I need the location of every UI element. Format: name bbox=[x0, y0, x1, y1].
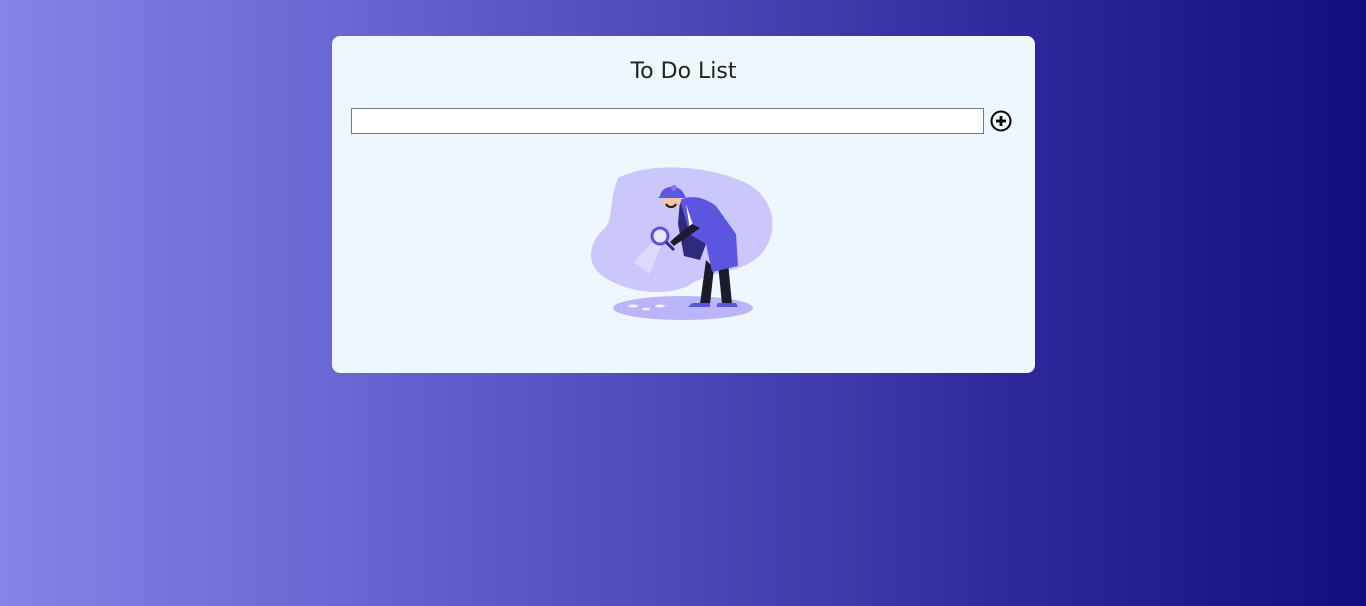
empty-state-illustration bbox=[591, 167, 773, 320]
page-title: To Do List bbox=[630, 59, 737, 84]
add-todo-button[interactable] bbox=[989, 110, 1013, 134]
add-todo-row bbox=[351, 108, 1013, 134]
todo-card: To Do List bbox=[332, 36, 1035, 373]
plus-circle-icon bbox=[990, 110, 1012, 132]
todo-input[interactable] bbox=[351, 108, 984, 134]
